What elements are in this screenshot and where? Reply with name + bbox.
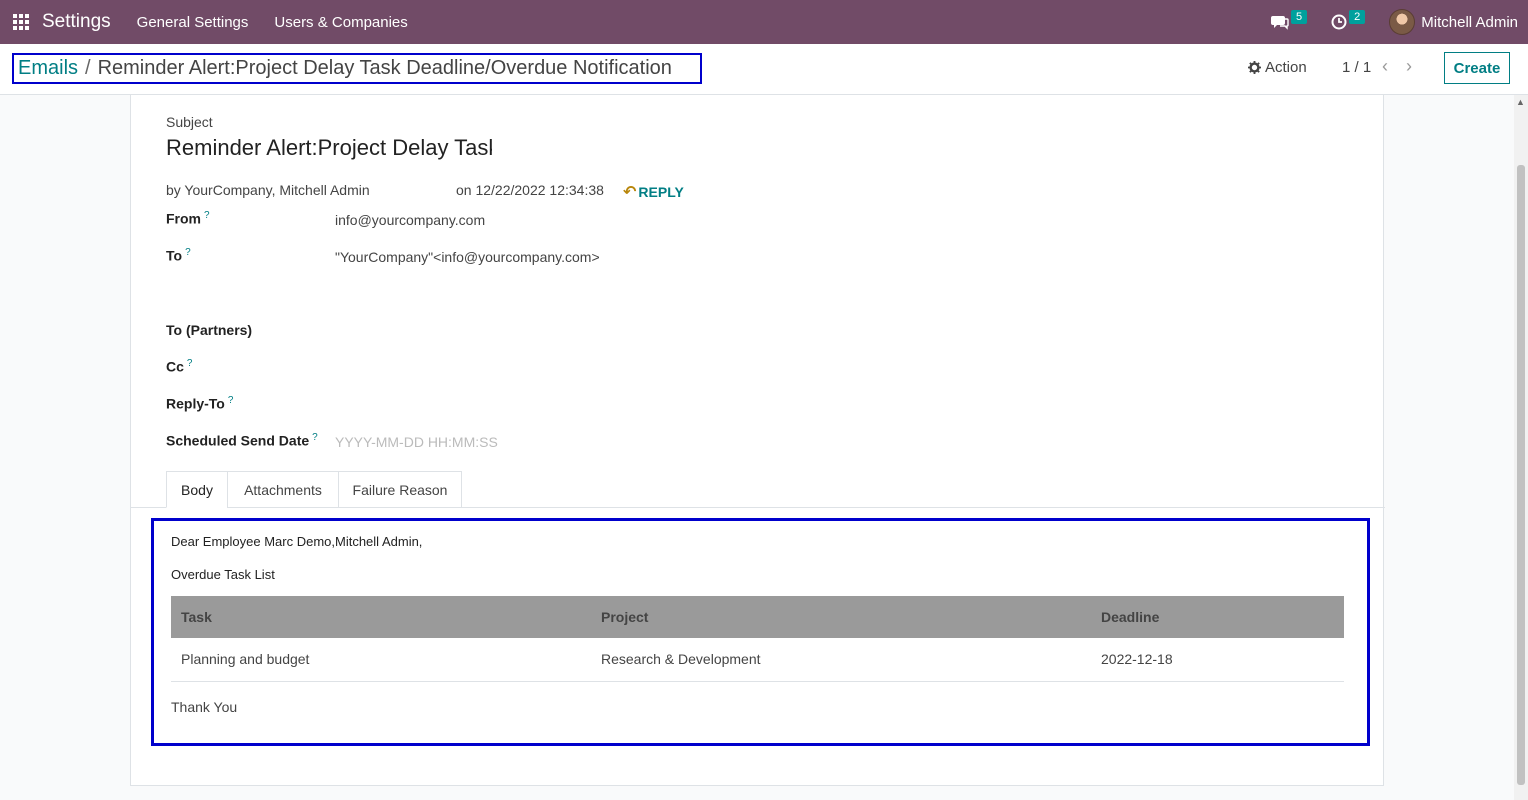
- cell-deadline: 2022-12-18: [1091, 638, 1344, 682]
- body-list-title: Overdue Task List: [171, 567, 275, 582]
- email-date: on 12/22/2022 12:34:38: [456, 182, 604, 198]
- top-navbar: Settings General Settings Users & Compan…: [0, 0, 1528, 44]
- breadcrumb-emails-link[interactable]: Emails: [18, 57, 78, 80]
- table-row: Planning and budget Research & Developme…: [171, 638, 1344, 682]
- column-header-project: Project: [591, 596, 1091, 638]
- notebook-tabs: Body Attachments Failure Reason: [131, 471, 1385, 508]
- menu-general-settings[interactable]: General Settings: [137, 14, 249, 31]
- help-icon[interactable]: ?: [228, 395, 234, 406]
- tab-failure-reason[interactable]: Failure Reason: [338, 471, 462, 508]
- reply-to-label: Reply-To?: [166, 395, 234, 412]
- reply-button[interactable]: ↶ REPLY: [623, 182, 684, 202]
- gear-icon: [1248, 61, 1261, 74]
- action-label: Action: [1265, 59, 1307, 76]
- tab-attachments[interactable]: Attachments: [227, 471, 339, 508]
- scheduled-date-label: Scheduled Send Date?: [166, 432, 318, 449]
- cell-project: Research & Development: [591, 638, 1091, 682]
- tab-body[interactable]: Body: [166, 471, 228, 508]
- reply-arrow-icon: ↶: [623, 184, 637, 201]
- action-menu-button[interactable]: Action: [1248, 59, 1307, 76]
- column-header-task: Task: [171, 596, 591, 638]
- control-panel: Emails / Reminder Alert:Project Delay Ta…: [0, 44, 1528, 95]
- body-closing: Thank You: [171, 699, 238, 715]
- table-header-row: Task Project Deadline: [171, 596, 1344, 638]
- subject-field[interactable]: Reminder Alert:Project Delay Task Deadli…: [166, 135, 492, 161]
- column-header-deadline: Deadline: [1091, 596, 1344, 638]
- body-greeting: Dear Employee Marc Demo,Mitchell Admin,: [171, 534, 423, 549]
- email-body[interactable]: Dear Employee Marc Demo,Mitchell Admin, …: [151, 518, 1370, 746]
- chat-icon: [1271, 16, 1289, 30]
- create-button[interactable]: Create: [1444, 52, 1510, 84]
- scrollbar-thumb[interactable]: [1517, 165, 1525, 785]
- scheduled-date-input[interactable]: YYYY-MM-DD HH:MM:SS: [335, 434, 498, 450]
- help-icon[interactable]: ?: [187, 358, 193, 369]
- from-label: From?: [166, 210, 210, 227]
- pager-previous-icon[interactable]: ‹: [1382, 56, 1388, 77]
- email-author: by YourCompany, Mitchell Admin: [166, 182, 370, 198]
- apps-grid-icon: [13, 14, 29, 30]
- reply-label: REPLY: [638, 184, 684, 200]
- activities-count-badge: 2: [1349, 10, 1366, 24]
- clock-icon: [1331, 14, 1347, 30]
- pager-next-icon[interactable]: ›: [1406, 56, 1412, 77]
- overdue-task-table: Task Project Deadline Planning and budge…: [171, 596, 1344, 682]
- page-scrollbar[interactable]: ▲: [1514, 95, 1528, 800]
- help-icon[interactable]: ?: [312, 432, 318, 443]
- scroll-up-arrow-icon[interactable]: ▲: [1516, 97, 1525, 107]
- subject-label: Subject: [166, 114, 213, 130]
- user-menu-name[interactable]: Mitchell Admin: [1421, 14, 1518, 31]
- messages-count-badge: 5: [1291, 10, 1308, 24]
- menu-users-companies[interactable]: Users & Companies: [274, 14, 407, 31]
- activities-button[interactable]: 2: [1331, 10, 1366, 30]
- cell-task: Planning and budget: [171, 638, 591, 682]
- to-field[interactable]: "YourCompany"<info@yourcompany.com>: [335, 249, 600, 265]
- app-name[interactable]: Settings: [42, 11, 111, 33]
- help-icon[interactable]: ?: [185, 247, 191, 258]
- breadcrumb-current: Reminder Alert:Project Delay Task Deadli…: [97, 57, 672, 79]
- to-partners-label: To (Partners): [166, 322, 253, 338]
- from-field[interactable]: info@yourcompany.com: [335, 212, 485, 228]
- breadcrumb-separator: /: [85, 57, 91, 79]
- pager-value[interactable]: 1 / 1: [1342, 59, 1371, 76]
- apps-menu-button[interactable]: [0, 0, 42, 44]
- help-icon[interactable]: ?: [204, 210, 210, 221]
- user-avatar[interactable]: [1389, 9, 1416, 35]
- messages-button[interactable]: 5: [1271, 10, 1308, 30]
- form-sheet: Subject Reminder Alert:Project Delay Tas…: [130, 95, 1385, 786]
- to-label: To?: [166, 247, 191, 264]
- breadcrumb: Emails / Reminder Alert:Project Delay Ta…: [12, 53, 702, 84]
- cc-label: Cc?: [166, 358, 193, 375]
